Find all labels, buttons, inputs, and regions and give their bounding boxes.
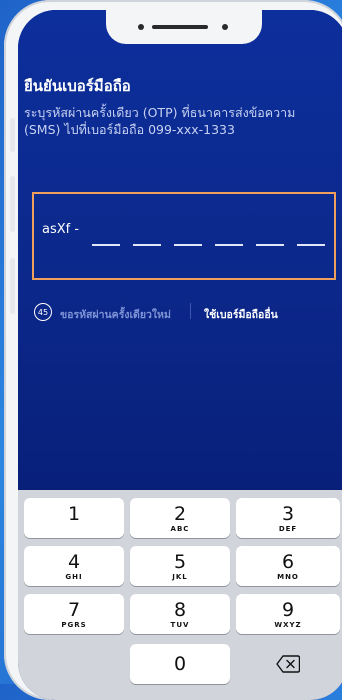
otp-reference-prefix: asXf - xyxy=(42,222,80,237)
key-3-number: 3 xyxy=(281,502,295,525)
key-3-letters: DEF xyxy=(278,524,298,533)
key-5-letters: JKL xyxy=(172,572,188,581)
mute-switch xyxy=(10,118,15,152)
key-5[interactable]: 5 JKL xyxy=(130,546,230,586)
link-divider xyxy=(190,303,191,319)
key-6[interactable]: 6 MNO xyxy=(236,546,340,586)
key-8-letters: TUV xyxy=(170,620,190,629)
page-title: ยืนยันเบอร์มือถือ xyxy=(24,77,131,95)
volume-up-button xyxy=(10,176,15,232)
key-1[interactable]: 1 xyxy=(24,498,124,538)
camera-dot xyxy=(222,24,228,30)
key-9-letters: WXYZ xyxy=(274,620,302,629)
phone-notch xyxy=(106,10,262,44)
otp-digit-3[interactable] xyxy=(174,244,202,246)
key-4-letters: GHI xyxy=(65,572,83,581)
key-0-number: 0 xyxy=(173,653,187,675)
otp-digit-6[interactable] xyxy=(297,244,325,246)
key-9[interactable]: 9 WXYZ xyxy=(236,594,340,634)
otp-digit-1[interactable] xyxy=(92,244,120,246)
numeric-keypad: 1 2 ABC 3 DEF 4 GHI 5 JKL 6 MNO 7 PGRS 8… xyxy=(18,490,342,700)
key-8[interactable]: 8 TUV xyxy=(130,594,230,634)
key-4[interactable]: 4 GHI xyxy=(24,546,124,586)
key-7-letters: PGRS xyxy=(61,620,87,629)
use-other-number-link[interactable]: ใช้เบอร์มือถืออื่น xyxy=(204,306,278,323)
key-9-number: 9 xyxy=(281,598,295,621)
key-7[interactable]: 7 PGRS xyxy=(24,594,124,634)
otp-digit-4[interactable] xyxy=(215,244,243,246)
key-8-number: 8 xyxy=(173,598,187,621)
otp-digit-2[interactable] xyxy=(133,244,161,246)
key-2-letters: ABC xyxy=(170,524,190,533)
key-1-number: 1 xyxy=(67,502,81,525)
page-instructions: ระบุรหัสผ่านครั้งเดียว (OTP) ที่ธนาคารส่… xyxy=(24,105,296,137)
phone-screen: ยืนยันเบอร์มือถือ ระบุรหัสผ่านครั้งเดียว… xyxy=(18,10,342,700)
key-5-number: 5 xyxy=(173,550,187,573)
volume-down-button xyxy=(10,258,15,314)
key-2-number: 2 xyxy=(173,502,187,525)
phone-frame: ยืนยันเบอร์มือถือ ระบุรหัสผ่านครั้งเดียว… xyxy=(4,0,342,700)
key-7-number: 7 xyxy=(67,598,81,621)
backspace-button[interactable] xyxy=(236,644,340,684)
key-6-letters: MNO xyxy=(277,572,299,581)
countdown-timer-icon: 45 xyxy=(34,303,52,321)
speaker-grille xyxy=(152,25,208,29)
key-6-number: 6 xyxy=(281,550,295,573)
key-3[interactable]: 3 DEF xyxy=(236,498,340,538)
resend-otp-link[interactable]: ขอรหัสผ่านครั้งเดียวใหม่ xyxy=(60,306,171,323)
otp-digit-5[interactable] xyxy=(256,244,284,246)
key-2[interactable]: 2 ABC xyxy=(130,498,230,538)
key-0[interactable]: 0 xyxy=(130,644,230,684)
sensor-dot xyxy=(138,24,144,30)
key-4-number: 4 xyxy=(67,550,81,573)
backspace-icon xyxy=(276,655,300,673)
